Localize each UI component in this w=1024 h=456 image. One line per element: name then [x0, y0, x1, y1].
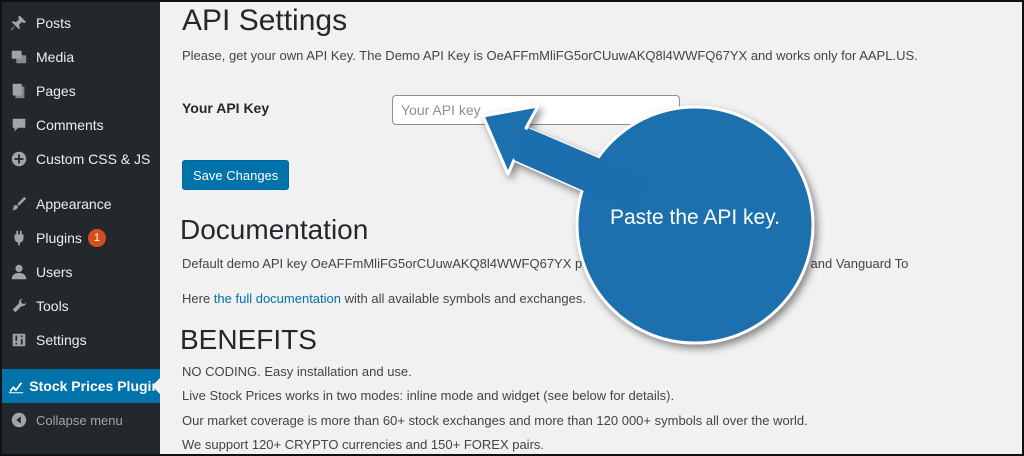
benefit-item: We support 120+ CRYPTO currencies and 15… — [182, 437, 545, 452]
sidebar-item-media[interactable]: Media — [2, 40, 160, 74]
user-icon — [2, 263, 36, 281]
page-title: API Settings — [182, 4, 348, 37]
sidebar-item-stock-prices-plugin[interactable]: Stock Prices Plugin — [2, 369, 160, 403]
screenshot-frame: Posts Media Pages Comments Custom CSS & … — [2, 2, 1022, 454]
api-key-intro: Please, get your own API Key. The Demo A… — [182, 48, 918, 63]
media-icon — [2, 48, 36, 66]
sidebar-item-posts[interactable]: Posts — [2, 6, 160, 40]
benefit-item: NO CODING. Easy installation and use. — [182, 364, 412, 379]
wrench-icon — [2, 297, 36, 315]
plus-circle-icon — [2, 150, 36, 168]
api-key-input[interactable] — [392, 95, 680, 125]
documentation-link-line: Here the full documentation with all ava… — [182, 291, 586, 306]
full-documentation-link[interactable]: the full documentation — [214, 291, 341, 306]
sidebar-item-comments[interactable]: Comments — [2, 108, 160, 142]
benefit-item: Live Stock Prices works in two modes: in… — [182, 388, 675, 403]
comment-icon — [2, 116, 36, 134]
admin-sidebar: Posts Media Pages Comments Custom CSS & … — [2, 2, 160, 454]
sidebar-item-tools[interactable]: Tools — [2, 289, 160, 323]
chart-icon — [2, 377, 29, 395]
sidebar-item-pages[interactable]: Pages — [2, 74, 160, 108]
plug-icon — [2, 229, 36, 247]
sidebar-item-users[interactable]: Users — [2, 255, 160, 289]
documentation-text: Default demo API key OeAFFmMliFG5orCUuwA… — [182, 256, 909, 271]
api-key-label: Your API Key — [182, 100, 270, 116]
brush-icon — [2, 195, 36, 213]
sidebar-item-custom-css-js[interactable]: Custom CSS & JS — [2, 142, 160, 176]
benefits-heading: BENEFITS — [180, 324, 317, 355]
collapse-icon — [2, 411, 36, 429]
benefit-item: Our market coverage is more than 60+ sto… — [182, 413, 808, 428]
pages-icon — [2, 82, 36, 100]
sidebar-item-settings[interactable]: Settings — [2, 323, 160, 357]
sidebar-collapse-menu[interactable]: Collapse menu — [2, 403, 160, 437]
save-changes-button[interactable]: Save Changes — [182, 160, 290, 190]
main-content: API Settings Please, get your own API Ke… — [160, 2, 1022, 454]
documentation-heading: Documentation — [180, 214, 369, 245]
pushpin-icon — [2, 14, 36, 32]
sidebar-item-appearance[interactable]: Appearance — [2, 187, 160, 221]
sidebar-item-plugins[interactable]: Plugins 1 — [2, 221, 160, 255]
plugins-update-badge: 1 — [87, 229, 106, 247]
sliders-icon — [2, 331, 36, 349]
